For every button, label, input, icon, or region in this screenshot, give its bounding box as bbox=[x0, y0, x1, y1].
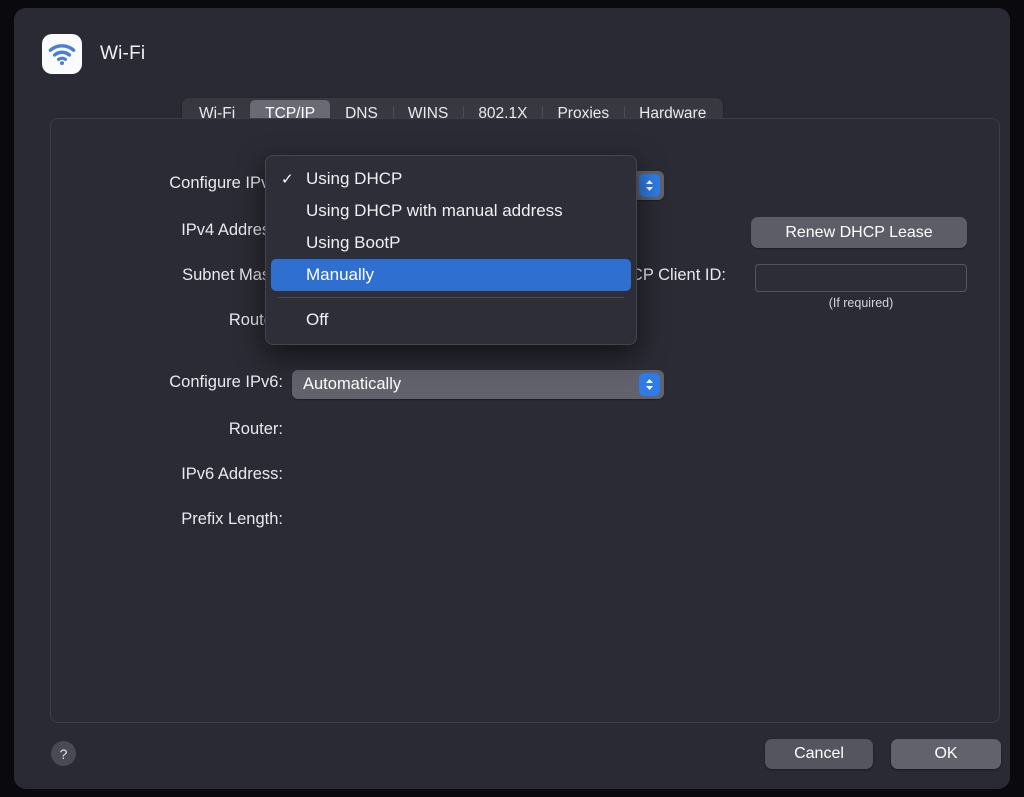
configure-ipv6-label: Configure IPv6: bbox=[169, 373, 283, 391]
configure-ipv6-label-row: Configure IPv6: bbox=[51, 373, 283, 392]
menu-item-using-dhcp[interactable]: ✓ Using DHCP bbox=[271, 163, 631, 195]
configure-ipv6-value: Automatically bbox=[303, 375, 402, 393]
chevron-updown-icon[interactable] bbox=[639, 373, 660, 396]
chevron-updown-icon[interactable] bbox=[639, 174, 660, 197]
ipv4-address-label-row: IPv4 Address: bbox=[51, 221, 283, 240]
prefix-length-label: Prefix Length: bbox=[181, 510, 283, 528]
ipv6-router-label: Router: bbox=[228, 420, 283, 438]
menu-item-label: Using DHCP with manual address bbox=[306, 201, 563, 220]
prefix-length-label-row: Prefix Length: bbox=[51, 510, 283, 529]
screen: Wi-Fi Wi-Fi TCP/IP DNS WINS 802.1X Proxi… bbox=[0, 0, 1024, 797]
page-title: Wi-Fi bbox=[100, 43, 146, 64]
dhcp-client-id-input[interactable] bbox=[755, 264, 967, 292]
network-settings-dialog: Wi-Fi Wi-Fi TCP/IP DNS WINS 802.1X Proxi… bbox=[14, 8, 1010, 789]
menu-item-using-bootp[interactable]: Using BootP bbox=[271, 227, 631, 259]
dhcp-client-id-hint-row: (If required) bbox=[755, 296, 967, 310]
menu-item-off[interactable]: Off bbox=[271, 304, 631, 336]
configure-ipv6-select[interactable]: Automatically bbox=[292, 370, 664, 399]
dialog-titlebar: Wi-Fi bbox=[42, 34, 145, 74]
configure-ipv4-label-row: Configure IPv4: bbox=[51, 174, 283, 193]
menu-separator bbox=[278, 297, 624, 298]
ipv6-address-label-row: IPv6 Address: bbox=[51, 465, 283, 484]
help-button[interactable]: ? bbox=[51, 741, 76, 766]
menu-item-label: Off bbox=[306, 310, 329, 329]
configure-ipv4-dropdown-menu: ✓ Using DHCP Using DHCP with manual addr… bbox=[265, 155, 637, 345]
ipv6-router-label-row: Router: bbox=[51, 420, 283, 439]
renew-dhcp-lease-button[interactable]: Renew DHCP Lease bbox=[751, 217, 967, 248]
dhcp-client-id-hint: (If required) bbox=[828, 296, 894, 310]
menu-item-label: Using DHCP bbox=[306, 169, 403, 188]
subnet-mask-label-row: Subnet Mask: bbox=[51, 266, 283, 285]
menu-item-label: Using BootP bbox=[306, 233, 401, 252]
wifi-icon bbox=[42, 34, 82, 74]
menu-item-using-dhcp-with-manual-address[interactable]: Using DHCP with manual address bbox=[271, 195, 631, 227]
checkmark-icon: ✓ bbox=[281, 171, 294, 188]
ipv4-router-label-row: Router: bbox=[51, 311, 283, 330]
menu-item-label: Manually bbox=[306, 265, 375, 284]
cancel-button[interactable]: Cancel bbox=[765, 739, 873, 769]
ok-button[interactable]: OK bbox=[891, 739, 1001, 769]
menu-item-manually[interactable]: Manually bbox=[271, 259, 631, 291]
ipv6-address-label: IPv6 Address: bbox=[181, 465, 283, 483]
